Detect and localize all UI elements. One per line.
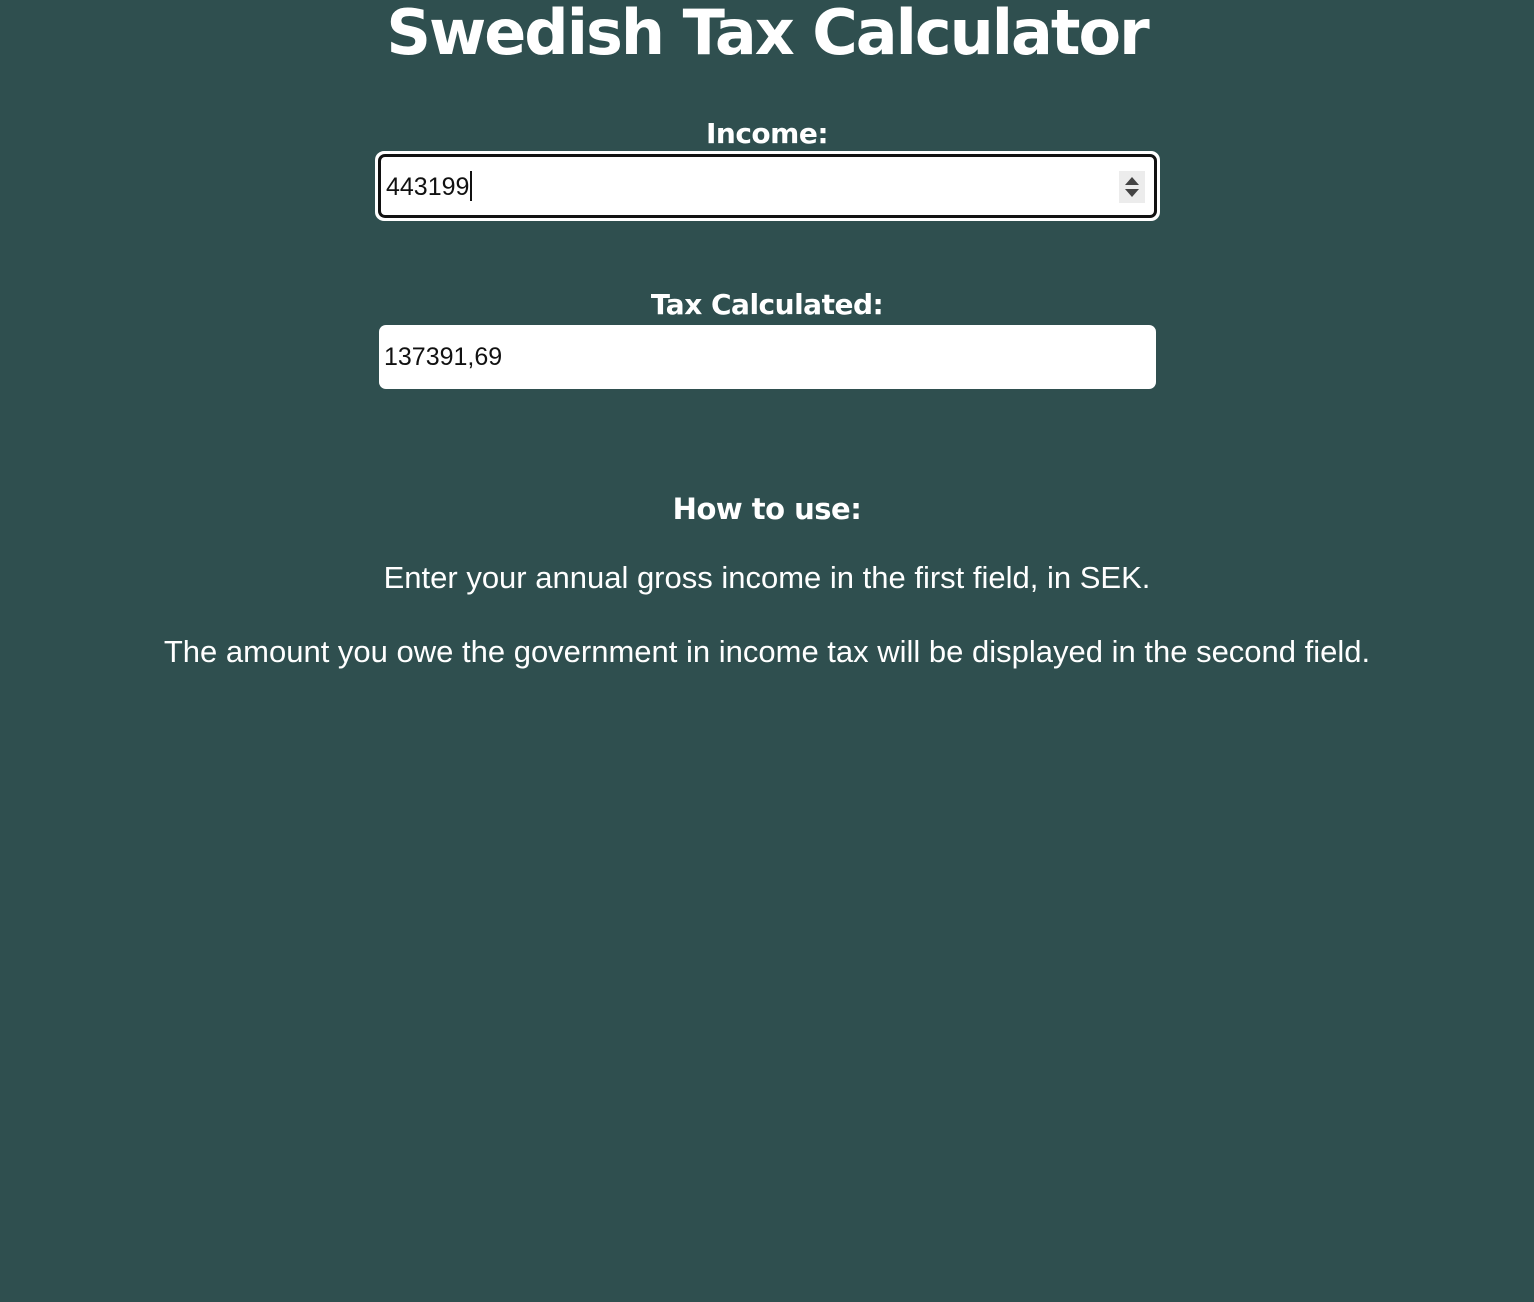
how-to-use-line-2: The amount you owe the government in inc… — [163, 634, 1371, 669]
number-spinner[interactable] — [1119, 171, 1145, 203]
chevron-down-icon[interactable] — [1125, 189, 1139, 197]
chevron-up-icon[interactable] — [1125, 177, 1139, 185]
how-to-use-heading: How to use: — [672, 492, 862, 526]
income-input-text: 443199 — [386, 173, 470, 201]
tax-calculated-label: Tax Calculated: — [650, 288, 884, 321]
tax-calculated-field[interactable]: 137391,69 — [379, 325, 1156, 389]
income-input[interactable]: 443199 — [375, 151, 1160, 221]
page-title: Swedish Tax Calculator — [386, 0, 1149, 69]
how-to-use-line-1: Enter your annual gross income in the fi… — [383, 560, 1151, 595]
income-input-value[interactable]: 443199 — [386, 171, 473, 203]
tax-calculated-value: 137391,69 — [384, 343, 503, 371]
text-caret — [470, 171, 473, 201]
income-input-box[interactable]: 443199 — [378, 154, 1157, 218]
income-label: Income: — [705, 117, 829, 150]
